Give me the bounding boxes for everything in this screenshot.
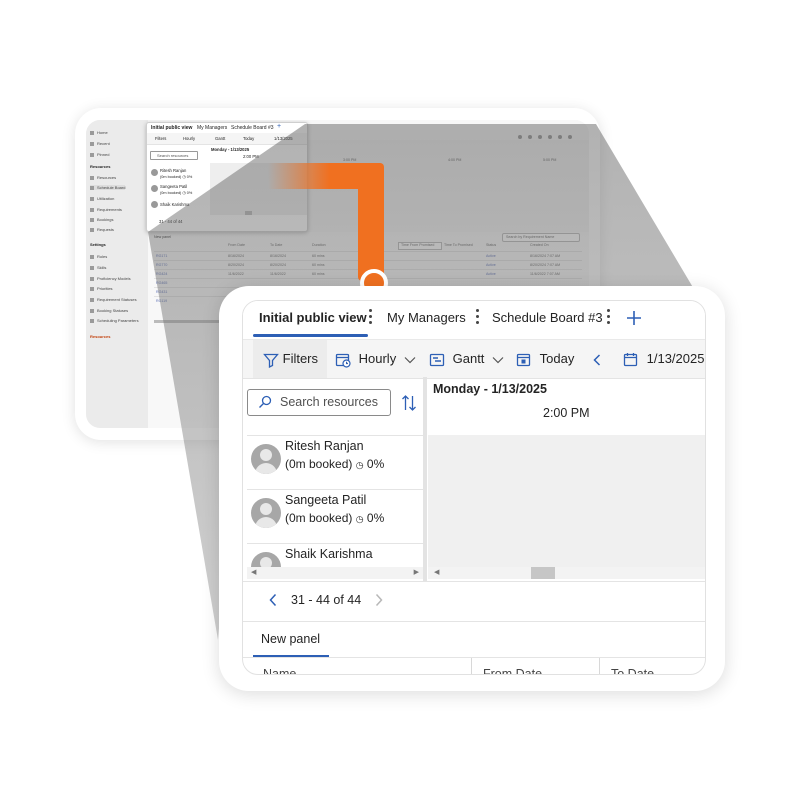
zoomed-schedule-board: Initial public view My Managers Schedule…	[242, 300, 706, 675]
add-tab-icon[interactable]	[625, 309, 643, 332]
clock-icon: ◷	[355, 460, 364, 470]
date-picker[interactable]: 1/13/2025	[623, 340, 704, 378]
resource-name: Ritesh Ranjan	[285, 439, 364, 453]
search-resources-input[interactable]: Search resources	[247, 389, 391, 416]
calendar-clock-icon	[335, 351, 351, 368]
column-divider	[471, 658, 472, 674]
time-header: 2:00 PM	[543, 406, 590, 420]
today-button[interactable]: Today	[516, 340, 574, 378]
day-header: Monday - 1/13/2025	[433, 382, 547, 396]
utilization-percent: 0%	[366, 511, 385, 525]
schedule-grid[interactable]	[428, 435, 705, 575]
resource-row[interactable]: Ritesh Ranjan (0m booked) ◷ 0%	[247, 435, 423, 490]
more-options-icon[interactable]	[369, 309, 372, 326]
hourly-label: Hourly	[358, 351, 397, 366]
scroll-thumb[interactable]	[531, 567, 555, 579]
chevron-down-icon	[492, 351, 504, 366]
tab-bar: Initial public view My Managers Schedule…	[243, 301, 705, 337]
avatar	[251, 444, 281, 474]
previous-page-icon[interactable]	[267, 592, 279, 613]
today-label: Today	[539, 351, 575, 366]
column-divider	[599, 658, 600, 674]
sort-icon[interactable]	[401, 394, 417, 417]
calendar-icon	[623, 351, 639, 366]
resource-booked: (0m booked) ◷ 0%	[285, 457, 384, 471]
gantt-dropdown[interactable]: Gantt	[429, 340, 504, 378]
resource-name: Shaik Karishma	[285, 547, 373, 561]
previous-date-icon[interactable]	[591, 340, 603, 378]
new-panel-tab[interactable]: New panel	[261, 632, 320, 646]
calendar-today-icon	[516, 351, 532, 366]
pane-splitter[interactable]	[423, 377, 427, 582]
more-options-icon[interactable]	[476, 309, 479, 326]
avatar	[251, 498, 281, 528]
scroll-left-icon[interactable]: ◀	[434, 568, 439, 576]
resource-horizontal-scrollbar[interactable]: ◀ ▶	[247, 567, 423, 579]
column-header-to-date[interactable]: To Date	[611, 667, 654, 674]
utilization-percent: 0%	[366, 457, 385, 471]
scroll-left-icon[interactable]: ◀	[251, 568, 256, 576]
chevron-down-icon	[404, 351, 416, 366]
hourly-dropdown[interactable]: Hourly	[335, 340, 416, 378]
tab-my-managers[interactable]: My Managers	[387, 301, 466, 337]
gantt-icon	[429, 351, 445, 366]
column-header-name[interactable]: Name	[263, 667, 296, 674]
scroll-right-icon[interactable]: ▶	[414, 568, 419, 576]
tab-initial-public-view[interactable]: Initial public view	[259, 301, 367, 337]
tab-schedule-board-3[interactable]: Schedule Board #3	[492, 301, 603, 337]
search-icon	[258, 395, 272, 414]
divider	[243, 621, 705, 622]
divider	[243, 657, 705, 658]
divider	[243, 581, 705, 582]
resource-name: Sangeeta Patil	[285, 493, 367, 507]
filters-label: Filters	[282, 351, 319, 366]
search-placeholder: Search resources	[280, 395, 378, 409]
connector-vertical	[358, 163, 384, 281]
resource-row[interactable]: Sangeeta Patil (0m booked) ◷ 0%	[247, 489, 423, 544]
resource-booked: (0m booked) ◷ 0%	[285, 511, 384, 525]
pagination-text: 31 - 44 of 44	[291, 593, 362, 607]
active-tab-indicator	[253, 334, 368, 337]
grid-horizontal-scrollbar[interactable]: ◀	[428, 567, 705, 579]
gantt-label: Gantt	[452, 351, 485, 366]
next-page-icon[interactable]	[373, 592, 385, 613]
booked-text: (0m booked)	[285, 457, 353, 471]
filter-icon	[263, 351, 279, 368]
toolbar: Filters Hourly Gantt Today 1/13/2025	[243, 339, 705, 379]
date-label: 1/13/2025	[646, 351, 705, 366]
booked-text: (0m booked)	[285, 511, 353, 525]
filters-button[interactable]: Filters	[263, 340, 318, 378]
column-header-from-date[interactable]: From Date	[483, 667, 542, 674]
more-options-icon[interactable]	[607, 309, 610, 326]
clock-icon: ◷	[355, 514, 364, 524]
